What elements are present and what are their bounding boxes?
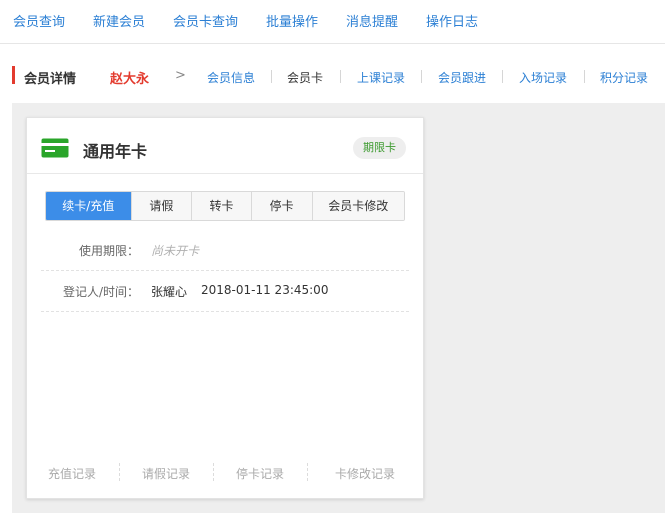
footer-divider (307, 463, 308, 481)
edit-card-button[interactable]: 会员卡修改 (312, 192, 404, 220)
registrar-name: 张耀心 (151, 285, 188, 299)
tab-member-info[interactable]: 会员信息 (207, 69, 255, 86)
tab-divider (271, 70, 272, 83)
footer-divider (213, 463, 214, 481)
membership-card-panel: 通用年卡 期限卡 续卡/充值 请假 转卡 停卡 会员卡修改 使用期限： 尚未开卡… (26, 117, 424, 499)
nav-card-query[interactable]: 会员卡查询 (173, 11, 238, 30)
nav-batch-ops[interactable]: 批量操作 (266, 11, 318, 30)
tab-member-followup[interactable]: 会员跟进 (438, 69, 486, 86)
member-name: 赵大永 (110, 72, 150, 87)
section-marker (12, 66, 15, 84)
register-time: 2018-01-11 23:45:00 (201, 283, 329, 297)
footer-divider (119, 463, 120, 481)
usage-period-row: 使用期限： 尚未开卡 (41, 230, 409, 271)
section-title: 会员详情 (24, 72, 77, 87)
tab-class-records[interactable]: 上课记录 (357, 69, 405, 86)
nav-operation-log[interactable]: 操作日志 (426, 11, 478, 30)
usage-period-value: 尚未开卡 (151, 244, 200, 258)
card-action-group: 续卡/充值 请假 转卡 停卡 会员卡修改 (45, 191, 405, 221)
tab-points-records[interactable]: 积分记录 (600, 69, 648, 86)
tab-entry-records[interactable]: 入场记录 (519, 69, 567, 86)
card-header: 通用年卡 期限卡 (27, 118, 423, 174)
chevron-right-icon: > (175, 68, 186, 83)
tab-divider (340, 70, 341, 83)
tab-member-card[interactable]: 会员卡 (287, 69, 323, 86)
recharge-records-link[interactable]: 充值记录 (48, 465, 96, 482)
leave-button[interactable]: 请假 (131, 192, 193, 220)
tab-divider (584, 70, 585, 83)
card-footer-links: 充值记录 请假记录 停卡记录 卡修改记录 (27, 459, 423, 485)
stop-card-button[interactable]: 停卡 (251, 192, 313, 220)
nav-message-reminder[interactable]: 消息提醒 (346, 11, 398, 30)
transfer-card-button[interactable]: 转卡 (192, 192, 252, 220)
tab-divider (421, 70, 422, 83)
nav-new-member[interactable]: 新建会员 (93, 11, 145, 30)
usage-period-label: 使用期限： (78, 244, 139, 258)
credit-card-icon (41, 138, 69, 158)
top-nav: 会员查询 新建会员 会员卡查询 批量操作 消息提醒 操作日志 (0, 0, 665, 44)
leave-records-link[interactable]: 请假记录 (142, 465, 190, 482)
stop-card-records-link[interactable]: 停卡记录 (236, 465, 284, 482)
member-detail-subnav: 会员详情 赵大永 > 会员信息 会员卡 上课记录 会员跟进 入场记录 积分记录 (0, 56, 665, 96)
card-type-badge: 期限卡 (353, 137, 406, 159)
card-title: 通用年卡 (83, 142, 148, 161)
registrar-row: 登记人/时间： 张耀心 2018-01-11 23:45:00 (41, 271, 409, 312)
tab-divider (502, 70, 503, 83)
nav-member-query[interactable]: 会员查询 (13, 11, 65, 30)
card-edit-records-link[interactable]: 卡修改记录 (335, 465, 395, 482)
registrar-label: 登记人/时间： (62, 285, 139, 299)
renew-recharge-button[interactable]: 续卡/充值 (46, 192, 132, 220)
